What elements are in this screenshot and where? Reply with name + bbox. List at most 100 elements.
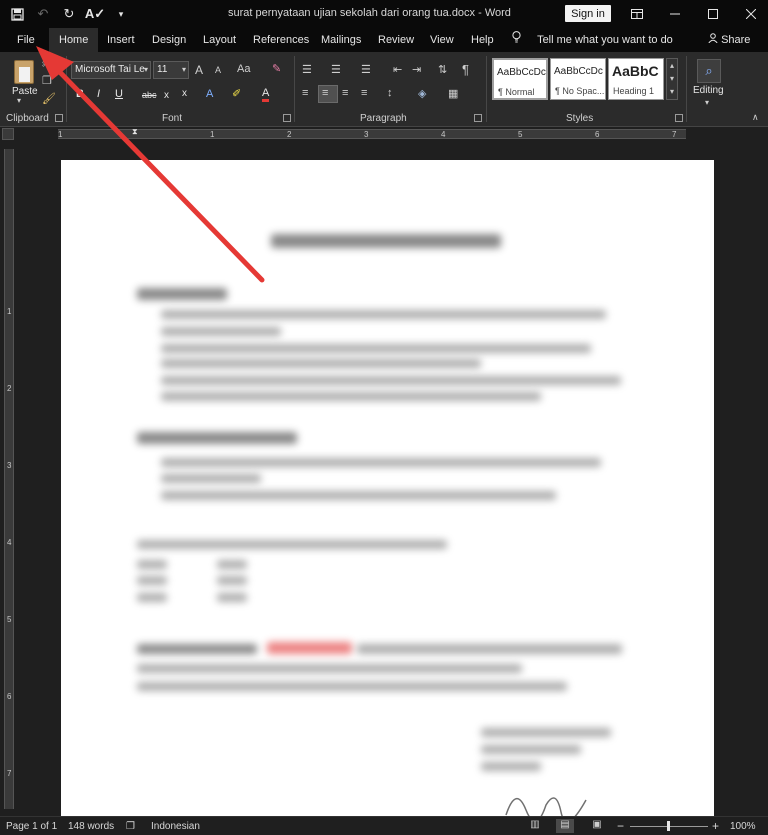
style-heading-1[interactable]: AaBbC Heading 1 (608, 58, 664, 100)
font-color-button[interactable]: A (262, 88, 270, 102)
indent-marker-icon[interactable]: ⧗ (132, 127, 138, 137)
share-person-icon (708, 33, 721, 46)
proofing-icon[interactable]: ❐ (126, 821, 135, 832)
align-center-icon[interactable]: ≡ (322, 87, 328, 99)
tab-help[interactable]: Help (471, 28, 494, 52)
blurred-line (217, 576, 247, 585)
multilevel-list-icon[interactable]: ☰ (361, 63, 371, 76)
word-count[interactable]: 148 words (68, 821, 114, 832)
vertical-ruler[interactable]: 1 2 3 4 5 6 7 (4, 149, 14, 809)
redo-icon[interactable]: ↻ (58, 4, 80, 24)
minimize-icon[interactable] (656, 2, 694, 26)
grow-font-button[interactable]: A (195, 63, 203, 77)
justify-icon[interactable]: ≡ (361, 87, 367, 99)
blurred-highlight (267, 642, 352, 654)
blurred-line (217, 560, 247, 569)
strikethrough-button[interactable]: abc (142, 90, 157, 100)
zoom-in-button[interactable]: + (712, 819, 719, 833)
read-mode-icon[interactable]: ▥ (526, 819, 544, 833)
editing-icon[interactable]: ⌕ (697, 59, 721, 83)
numbering-icon[interactable]: ☰ (331, 63, 341, 76)
ruler-number: 1 (58, 130, 63, 139)
blurred-line (357, 644, 622, 654)
styles-launcher-icon[interactable] (675, 114, 683, 122)
borders-icon[interactable]: ▦ (448, 87, 458, 100)
save-icon[interactable] (6, 4, 28, 24)
cut-icon[interactable]: ✂ (42, 58, 51, 71)
tab-view[interactable]: View (430, 28, 454, 52)
blurred-line (137, 644, 257, 654)
underline-button[interactable]: U (115, 88, 123, 100)
undo-icon[interactable]: ↶ (32, 4, 54, 24)
paragraph-launcher-icon[interactable] (474, 114, 482, 122)
horizontal-ruler-area: 1 1 2 3 4 5 6 7 ⧗ (0, 127, 768, 141)
tab-review[interactable]: Review (378, 28, 414, 52)
customize-qat-icon[interactable]: ▾ (110, 4, 132, 24)
tab-insert[interactable]: Insert (107, 28, 135, 52)
font-size-box[interactable]: 11 ▾ (153, 61, 189, 79)
chevron-down-icon: ▾ (181, 65, 186, 74)
increase-indent-icon[interactable]: ⇥ (412, 63, 421, 76)
web-layout-icon[interactable]: ▣ (588, 819, 606, 833)
zoom-out-button[interactable]: − (617, 819, 624, 833)
share-button[interactable]: Share (708, 28, 750, 52)
subscript-button[interactable]: x (164, 90, 169, 101)
font-launcher-icon[interactable] (283, 114, 291, 122)
quick-access-toolbar: ↶ ↻ A✓ ▾ (6, 4, 132, 24)
styles-gallery-scroll[interactable]: ▴ ▾ ▾ (666, 58, 678, 100)
clipboard-launcher-icon[interactable] (55, 114, 63, 122)
tab-mailings[interactable]: Mailings (321, 28, 361, 52)
decrease-indent-icon[interactable]: ⇤ (393, 63, 402, 76)
superscript-button[interactable]: x (182, 88, 187, 99)
spelling-icon[interactable]: A✓ (84, 4, 106, 24)
bullets-icon[interactable]: ☰ (302, 63, 312, 76)
tab-design[interactable]: Design (152, 28, 186, 52)
document-page[interactable] (61, 160, 714, 820)
text-effects-button[interactable]: A (206, 88, 213, 100)
language-indicator[interactable]: Indonesian (151, 821, 200, 832)
horizontal-ruler[interactable]: 1 1 2 3 4 5 6 7 ⧗ (58, 127, 686, 139)
show-formatting-button[interactable]: ¶ (462, 62, 469, 77)
editing-button[interactable]: Editing (693, 85, 724, 96)
shading-icon[interactable]: ◈ (418, 87, 426, 100)
bold-button[interactable]: B (76, 88, 84, 100)
change-case-button[interactable]: Aa (237, 63, 250, 75)
tab-selector[interactable] (2, 128, 14, 140)
zoom-level[interactable]: 100% (730, 821, 756, 832)
tab-home[interactable]: Home (49, 28, 99, 52)
tab-file[interactable]: File (17, 28, 35, 52)
italic-button[interactable]: I (97, 88, 100, 100)
close-icon[interactable] (732, 2, 768, 26)
sort-icon[interactable]: ⇅ (438, 63, 447, 76)
align-right-icon[interactable]: ≡ (342, 87, 348, 99)
tell-me-search[interactable]: Tell me what you want to do (512, 28, 673, 52)
highlight-icon[interactable]: ✐ (232, 87, 241, 100)
tab-layout[interactable]: Layout (203, 28, 236, 52)
style-normal[interactable]: AaBbCcDc ¶ Normal (492, 58, 548, 100)
page-count[interactable]: Page 1 of 1 (6, 821, 57, 832)
style-no-spacing[interactable]: AaBbCcDc ¶ No Spac... (550, 58, 606, 100)
status-bar: Page 1 of 1 148 words ❐ Indonesian ▥ ▤ ▣… (0, 816, 768, 835)
paste-dropdown-icon[interactable]: ▾ (17, 96, 21, 105)
font-name-box[interactable]: Microsoft Tai Le ▾ (71, 61, 151, 79)
print-layout-icon[interactable]: ▤ (556, 819, 574, 833)
blurred-line (161, 491, 556, 500)
chevron-down-icon[interactable]: ▾ (705, 98, 709, 107)
collapse-ribbon-icon[interactable]: ∧ (752, 112, 759, 123)
sign-in-button[interactable]: Sign in (565, 5, 611, 22)
blurred-line (161, 458, 601, 467)
shrink-font-button[interactable]: A (215, 65, 221, 75)
zoom-slider-thumb[interactable] (667, 821, 670, 831)
maximize-icon[interactable] (694, 2, 732, 26)
align-left-icon[interactable]: ≡ (302, 87, 308, 99)
tab-references[interactable]: References (253, 28, 309, 52)
ribbon-display-icon[interactable] (618, 2, 656, 26)
ribbon-home: Paste ▾ ✂ ❐ 🖌 Clipboard Microsoft Tai Le… (0, 52, 768, 127)
style-name: ¶ Normal (498, 87, 535, 97)
line-spacing-icon[interactable]: ↕ (387, 87, 393, 99)
copy-icon[interactable]: ❐ (42, 74, 52, 87)
format-painter-icon[interactable]: 🖌 (42, 92, 56, 105)
paste-icon[interactable] (14, 60, 34, 84)
clear-formatting-icon[interactable]: ✎ (272, 62, 281, 75)
paste-button[interactable]: Paste (12, 86, 38, 97)
